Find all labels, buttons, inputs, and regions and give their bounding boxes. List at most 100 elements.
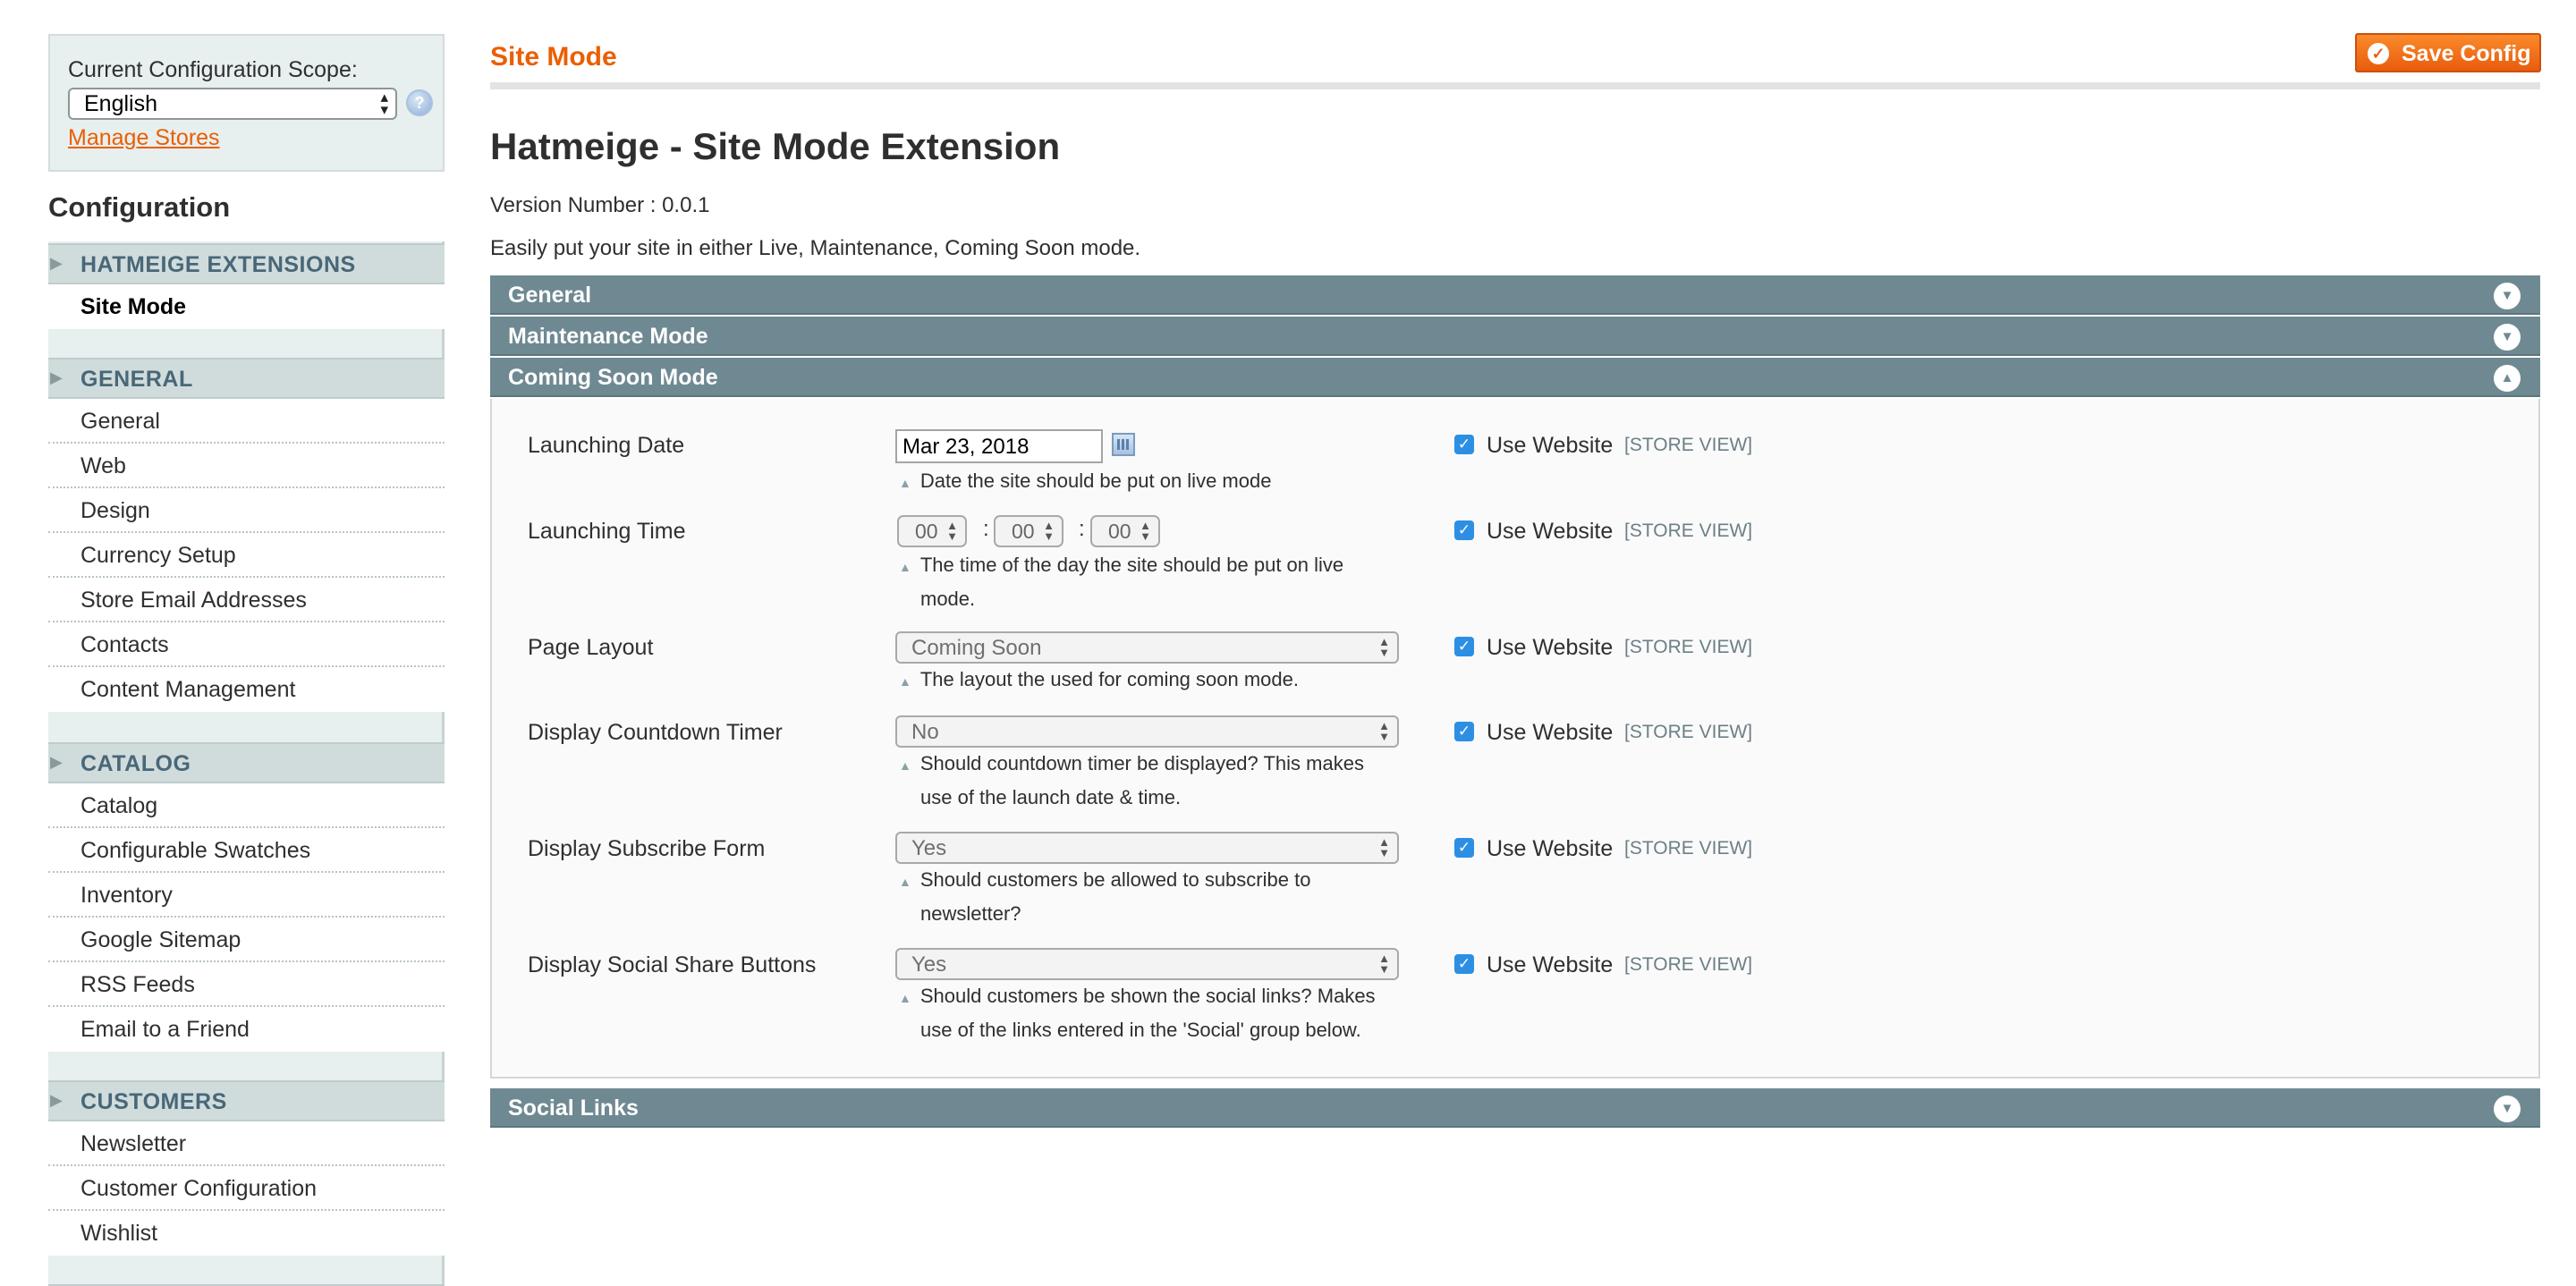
calendar-icon[interactable] [1112, 433, 1135, 456]
expand-icon[interactable]: ▼ [2494, 283, 2521, 309]
extension-title: Hatmeige - Site Mode Extension [490, 125, 1061, 167]
use-website-checkbox[interactable]: ✓ [1454, 637, 1474, 656]
select-arrows-icon: ▲ ▼ [1378, 952, 1390, 976]
sidebar-item-label: Newsletter [80, 1131, 187, 1156]
subscribe-value: Yes [911, 836, 947, 860]
select-arrows-icon: ▲ ▼ [946, 519, 958, 543]
minute-select[interactable]: 00 ▲ ▼ [994, 515, 1063, 547]
subscribe-select[interactable]: Yes ▲ ▼ [895, 832, 1399, 864]
sidebar-item-inventory[interactable]: Inventory [48, 873, 445, 918]
note-triangle-icon: ▲ [899, 758, 911, 773]
sidebar-item-web[interactable]: Web [48, 444, 445, 488]
launch-date-input[interactable]: Mar 23, 2018 [895, 429, 1103, 463]
sidebar-item-label: Google Sitemap [80, 927, 242, 952]
store-view-tag: [STORE VIEW] [1624, 722, 1753, 742]
sidebar-item-label: RSS Feeds [80, 972, 195, 997]
use-website-checkbox[interactable]: ✓ [1454, 954, 1474, 974]
sidebar-item-catalog[interactable]: Catalog [48, 783, 445, 828]
use-website-checkbox[interactable]: ✓ [1454, 722, 1474, 741]
expand-icon[interactable]: ▼ [2494, 324, 2521, 351]
countdown-value: No [911, 720, 939, 744]
section-coming-soon-mode[interactable]: Coming Soon Mode ▲ [490, 358, 2540, 397]
sidebar-item-site-mode[interactable]: Site Mode [48, 284, 445, 329]
social-share-select[interactable]: Yes ▲ ▼ [895, 948, 1399, 980]
sidebar-item-wishlist[interactable]: Wishlist [48, 1211, 445, 1256]
section-general[interactable]: General ▼ [490, 275, 2540, 315]
config-scope-panel: Current Configuration Scope: English ▴ ▾ … [48, 34, 445, 172]
social-share-value: Yes [911, 952, 947, 977]
sidebar-item-store-email[interactable]: Store Email Addresses [48, 578, 445, 622]
subscribe-note: ▲ Should customers be allowed to subscrib… [899, 864, 1310, 930]
select-arrows-icon: ▲ ▼ [1378, 635, 1390, 659]
subscribe-label: Display Subscribe Form [528, 836, 766, 861]
page-layout-select[interactable]: Coming Soon ▲ ▼ [895, 631, 1399, 664]
minute-value: 00 [1012, 520, 1035, 543]
sidebar-group-catalog[interactable]: ▶ CATALOG [48, 742, 445, 783]
sidebar-item-customer-configuration[interactable]: Customer Configuration [48, 1166, 445, 1211]
sidebar-item-label: Store Email Addresses [80, 588, 307, 613]
second-value: 00 [1108, 520, 1131, 543]
page-layout-note: ▲ The layout the used for coming soon mod… [899, 664, 1299, 698]
sidebar-item-content-management[interactable]: Content Management [48, 667, 445, 712]
social-share-note: ▲ Should customers be shown the social li… [899, 980, 1376, 1046]
use-website-label: Use Website [1487, 952, 1614, 977]
time-colon: : [983, 517, 989, 541]
expand-triangle-icon: ▶ [50, 753, 63, 771]
sidebar-item-label: Customer Configuration [80, 1176, 318, 1201]
sidebar-item-design[interactable]: Design [48, 488, 445, 533]
scope-select[interactable]: English ▴ ▾ [68, 88, 397, 120]
use-website-label: Use Website [1487, 635, 1614, 660]
launch-date-label: Launching Date [528, 433, 685, 458]
manage-stores-link[interactable]: Manage Stores [68, 125, 220, 151]
second-select[interactable]: 00 ▲ ▼ [1090, 515, 1160, 547]
page-title: Site Mode [490, 42, 617, 72]
hour-value: 00 [915, 520, 938, 543]
note-text: use of the launch date & time. [920, 786, 1182, 808]
use-website-checkbox[interactable]: ✓ [1454, 520, 1474, 540]
sidebar-item-rss-feeds[interactable]: RSS Feeds [48, 962, 445, 1007]
sidebar-item-label: Contacts [80, 632, 169, 657]
save-config-label: Save Config [2402, 41, 2531, 66]
sidebar-item-google-sitemap[interactable]: Google Sitemap [48, 918, 445, 962]
sidebar-item-label: Web [80, 453, 126, 478]
use-website-label: Use Website [1487, 720, 1614, 745]
sidebar-item-label: Design [80, 498, 150, 523]
note-triangle-icon: ▲ [899, 476, 911, 490]
sidebar-item-newsletter[interactable]: Newsletter [48, 1121, 445, 1166]
section-title: Coming Soon Mode [508, 365, 718, 390]
countdown-select[interactable]: No ▲ ▼ [895, 715, 1399, 748]
note-text: Date the site should be put on live mode [919, 470, 1272, 492]
note-triangle-icon: ▲ [899, 875, 911, 889]
sidebar-item-configurable-swatches[interactable]: Configurable Swatches [48, 828, 445, 873]
sidebar-item-contacts[interactable]: Contacts [48, 622, 445, 667]
expand-triangle-icon: ▶ [50, 1091, 63, 1109]
section-social-links[interactable]: Social Links ▼ [490, 1088, 2540, 1128]
sidebar-group-hatmeige[interactable]: ▶ HATMEIGE EXTENSIONS [48, 243, 445, 284]
sidebar-item-general[interactable]: General [48, 399, 445, 444]
sidebar: ▶ HATMEIGE EXTENSIONS Site Mode ▶ GENERA… [48, 241, 445, 1286]
sidebar-item-label: Site Mode [80, 294, 187, 319]
sidebar-item-currency-setup[interactable]: Currency Setup [48, 533, 445, 578]
save-config-button[interactable]: ✓ Save Config [2355, 33, 2541, 72]
countdown-note: ▲ Should countdown timer be displayed? Th… [899, 748, 1364, 814]
note-triangle-icon: ▲ [899, 991, 911, 1005]
hour-select[interactable]: 00 ▲ ▼ [897, 515, 967, 547]
store-view-tag: [STORE VIEW] [1624, 637, 1753, 657]
store-view-tag: [STORE VIEW] [1624, 838, 1753, 859]
expand-icon[interactable]: ▼ [2494, 1096, 2521, 1122]
sidebar-group-customers[interactable]: ▶ CUSTOMERS [48, 1080, 445, 1121]
use-website-checkbox[interactable]: ✓ [1454, 435, 1474, 454]
sidebar-group-general[interactable]: ▶ GENERAL [48, 358, 445, 399]
help-icon[interactable]: ? [406, 89, 433, 116]
sidebar-item-label: Content Management [80, 677, 296, 702]
note-text: Should customers be shown the social lin… [919, 985, 1376, 1007]
countdown-label: Display Countdown Timer [528, 720, 783, 745]
section-maintenance-mode[interactable]: Maintenance Mode ▼ [490, 317, 2540, 356]
sidebar-item-email-to-friend[interactable]: Email to a Friend [48, 1007, 445, 1052]
use-website-checkbox[interactable]: ✓ [1454, 838, 1474, 858]
collapse-icon[interactable]: ▲ [2494, 365, 2521, 392]
store-view-tag: [STORE VIEW] [1624, 520, 1753, 541]
select-arrows-icon: ▲ ▼ [1378, 835, 1390, 859]
select-arrows-icon: ▲ ▼ [1140, 519, 1151, 543]
section-title: Maintenance Mode [508, 324, 708, 349]
